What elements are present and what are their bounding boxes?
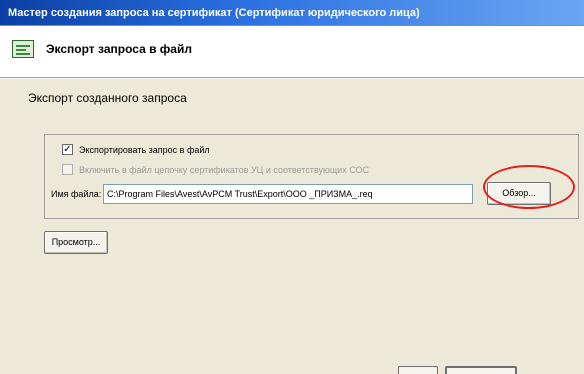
file-name-row: Имя файла: C:\Program Files\Avest\AvPCM … xyxy=(51,184,473,204)
window-title-bar: Мастер создания запроса на сертификат (С… xyxy=(0,0,584,26)
export-to-file-checkbox[interactable]: ✓ xyxy=(62,144,73,155)
back-button[interactable] xyxy=(398,366,438,374)
page-title: Экспорт запроса в файл xyxy=(46,42,192,56)
preview-button[interactable]: Просмотр... xyxy=(44,231,108,254)
file-name-input[interactable]: C:\Program Files\Avest\AvPCM Trust\Expor… xyxy=(103,184,473,204)
include-chain-label: Включить в файл цепочку сертификатов УЦ … xyxy=(79,164,369,175)
file-name-label: Имя файла: xyxy=(51,189,102,199)
export-to-file-label: Экспортировать запрос в файл xyxy=(79,144,210,155)
wizard-body: Экспорт созданного запроса ✓ Экспортиров… xyxy=(0,79,584,374)
window-title: Мастер создания запроса на сертификат (С… xyxy=(8,7,420,19)
export-to-file-checkbox-row[interactable]: ✓ Экспортировать запрос в файл xyxy=(62,144,210,155)
include-chain-checkbox-row: Включить в файл цепочку сертификатов УЦ … xyxy=(62,164,369,175)
certificate-request-icon xyxy=(12,40,34,58)
section-title: Экспорт созданного запроса xyxy=(28,91,187,105)
next-button[interactable] xyxy=(445,366,517,374)
highlight-ellipse xyxy=(483,165,575,209)
include-chain-checkbox xyxy=(62,164,73,175)
wizard-header: Экспорт запроса в файл xyxy=(0,26,584,78)
